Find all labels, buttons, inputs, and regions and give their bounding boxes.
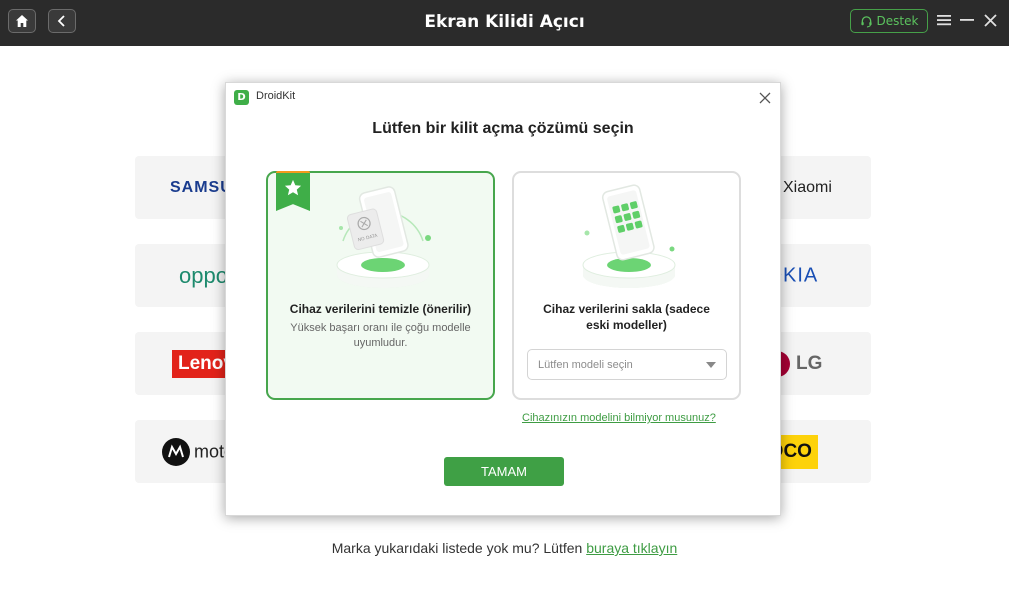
headset-icon	[860, 15, 872, 27]
dialog-app-name: DroidKit	[256, 90, 296, 102]
option-erase-description: Yüksek başarı oranı ile çoğu modelle uyu…	[290, 322, 471, 349]
model-select-dropdown[interactable]: Lütfen modeli seçin	[527, 349, 727, 380]
brand-label: oppo	[179, 262, 228, 288]
menu-button[interactable]	[934, 10, 954, 30]
phone-apps-illustration	[582, 184, 676, 288]
recommended-star-badge	[276, 173, 310, 211]
menu-icon	[937, 15, 951, 26]
close-button[interactable]	[980, 10, 1000, 30]
dialog-close-button[interactable]	[756, 89, 774, 107]
option-erase-title: Cihaz verilerini temizle (önerilir)	[289, 302, 472, 316]
option-erase-data[interactable]: NO DATA Cihaz verilerini temizle (öneril…	[266, 171, 495, 400]
title-bar: Ekran Kilidi Açıcı Destek	[0, 0, 1009, 46]
motorola-logo-icon	[162, 437, 190, 466]
missing-brand-text: Marka yukarıdaki listede yok mu? Lütfen	[331, 540, 583, 556]
support-label: Destek	[876, 14, 919, 28]
close-icon	[983, 13, 997, 27]
option-keep-data[interactable]: Cihaz verilerini sakla (sadece eski mode…	[512, 171, 741, 400]
ok-button[interactable]: TAMAM	[444, 457, 564, 486]
unknown-model-link[interactable]: Cihazınızın modelini bilmiyor musunuz?	[522, 412, 716, 424]
brand-label: LG	[796, 352, 823, 374]
click-here-link[interactable]: buraya tıklayın	[586, 540, 677, 556]
support-button[interactable]: Destek	[850, 9, 928, 33]
model-select-placeholder: Lütfen modeli seçin	[538, 359, 633, 371]
star-icon	[284, 179, 302, 196]
phone-no-data-illustration: NO DATA	[336, 186, 431, 288]
minimize-icon	[960, 19, 974, 21]
option-keep-title: Cihaz verilerini sakla (sadece eski mode…	[543, 302, 710, 332]
dialog-heading: Lütfen bir kilit açma çözümü seçin	[372, 120, 634, 137]
app-window: Ekran Kilidi Açıcı Destek SAMSUNG oppo L…	[0, 0, 1009, 599]
droidkit-logo-icon: D	[234, 90, 249, 105]
brand-label: Xiaomi	[783, 178, 832, 196]
chevron-down-icon	[706, 362, 716, 368]
unlock-solution-dialog: D DroidKit Lütfen bir kilit açma çözümü …	[225, 82, 781, 516]
missing-brand-prompt: Marka yukarıdaki listede yok mu? Lütfen …	[0, 540, 1009, 556]
close-icon	[759, 92, 771, 104]
minimize-button[interactable]	[957, 10, 977, 30]
